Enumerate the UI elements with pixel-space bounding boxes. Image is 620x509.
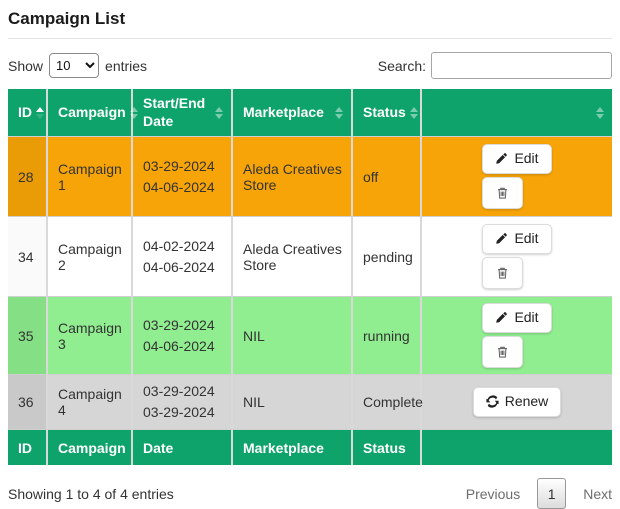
header-label: Marketplace	[243, 104, 331, 122]
cell-dates: 04-02-2024 04-06-2024	[133, 217, 233, 297]
cell-id: 35	[8, 297, 48, 375]
cell-dates: 03-29-2024 03-29-2024	[133, 375, 233, 430]
sort-arrows-icon	[335, 107, 343, 119]
cell-id: 28	[8, 137, 48, 217]
column-header-date[interactable]: Start/End Date	[133, 89, 233, 137]
show-label: Show	[8, 58, 43, 74]
edit-button-label: Edit	[514, 310, 538, 325]
footer-label-status: Status	[353, 430, 422, 465]
edit-button-label: Edit	[514, 151, 538, 166]
cell-actions: Renew	[422, 375, 612, 430]
cell-status: off	[353, 137, 422, 217]
column-header-actions[interactable]	[422, 89, 612, 137]
trash-icon	[496, 345, 509, 359]
cell-marketplace: Aleda Creatives Store	[233, 217, 353, 297]
pagination-previous[interactable]: Previous	[466, 486, 520, 502]
cell-actions: Edit	[422, 297, 612, 375]
header-label: Start/End Date	[143, 95, 211, 130]
cell-marketplace: NIL	[233, 297, 353, 375]
cell-campaign: Campaign 1	[48, 137, 133, 217]
table-row: 36 Campaign 4 03-29-2024 03-29-2024 NIL …	[8, 375, 612, 430]
cell-status: running	[353, 297, 422, 375]
footer-label-date: Date	[133, 430, 233, 465]
pagination: Previous 1 Next	[466, 478, 612, 509]
title-divider	[8, 38, 612, 39]
column-header-campaign[interactable]: Campaign	[48, 89, 133, 137]
cell-marketplace: NIL	[233, 375, 353, 430]
cell-marketplace: Aleda Creatives Store	[233, 137, 353, 217]
edit-button[interactable]: Edit	[482, 303, 551, 332]
start-date: 03-29-2024	[143, 381, 223, 402]
table-footer-bar: Showing 1 to 4 of 4 entries Previous 1 N…	[8, 478, 612, 509]
renew-button[interactable]: Renew	[473, 387, 562, 416]
table-footer-row: ID Campaign Date Marketplace Status	[8, 430, 612, 465]
table-controls: Show 10 entries Search:	[8, 52, 612, 79]
edit-button-label: Edit	[514, 231, 538, 246]
footer-label-marketplace: Marketplace	[233, 430, 353, 465]
header-label: Campaign	[58, 104, 126, 122]
cell-campaign: Campaign 3	[48, 297, 133, 375]
pencil-icon	[495, 232, 508, 245]
header-label: ID	[18, 104, 32, 122]
footer-label-actions	[422, 430, 612, 465]
page-length-control: Show 10 entries	[8, 53, 147, 78]
header-label: Status	[363, 104, 406, 122]
search-control: Search:	[378, 52, 612, 79]
end-date: 04-06-2024	[143, 336, 223, 357]
cell-id: 34	[8, 217, 48, 297]
pencil-icon	[495, 152, 508, 165]
cell-campaign: Campaign 4	[48, 375, 133, 430]
column-header-status[interactable]: Status	[353, 89, 422, 137]
start-date: 03-29-2024	[143, 156, 223, 177]
pencil-icon	[495, 311, 508, 324]
footer-label-campaign: Campaign	[48, 430, 133, 465]
sort-arrows-icon	[215, 107, 223, 119]
cell-status: Complete	[353, 375, 422, 430]
entries-summary: Showing 1 to 4 of 4 entries	[8, 486, 174, 502]
table-row: 34 Campaign 2 04-02-2024 04-06-2024 Aled…	[8, 217, 612, 297]
sort-arrows-icon	[36, 107, 44, 119]
cell-actions: Edit	[422, 217, 612, 297]
edit-button[interactable]: Edit	[482, 144, 551, 173]
pagination-next[interactable]: Next	[583, 486, 612, 502]
delete-button[interactable]	[482, 177, 523, 209]
cell-actions: Edit	[422, 137, 612, 217]
cell-id: 36	[8, 375, 48, 430]
cell-dates: 03-29-2024 04-06-2024	[133, 297, 233, 375]
cell-status: pending	[353, 217, 422, 297]
renew-button-label: Renew	[505, 394, 549, 409]
start-date: 04-02-2024	[143, 236, 223, 257]
search-input[interactable]	[431, 52, 612, 79]
pagination-page-1[interactable]: 1	[537, 478, 566, 509]
sort-arrows-icon	[410, 107, 418, 119]
column-header-id[interactable]: ID	[8, 89, 48, 137]
trash-icon	[496, 266, 509, 280]
end-date: 03-29-2024	[143, 402, 223, 423]
table-row: 35 Campaign 3 03-29-2024 04-06-2024 NIL …	[8, 297, 612, 375]
delete-button[interactable]	[482, 336, 523, 368]
cell-dates: 03-29-2024 04-06-2024	[133, 137, 233, 217]
page-length-select[interactable]: 10	[49, 53, 99, 78]
page-title: Campaign List	[8, 8, 612, 30]
campaign-table: ID Campaign Start/End Date Marketplace S…	[8, 89, 612, 465]
start-date: 03-29-2024	[143, 315, 223, 336]
edit-button[interactable]: Edit	[482, 224, 551, 253]
entries-label: entries	[105, 58, 147, 74]
search-label: Search:	[378, 58, 426, 74]
footer-label-id: ID	[8, 430, 48, 465]
end-date: 04-06-2024	[143, 257, 223, 278]
table-header-row: ID Campaign Start/End Date Marketplace S…	[8, 89, 612, 137]
column-header-marketplace[interactable]: Marketplace	[233, 89, 353, 137]
sort-arrows-icon	[130, 107, 138, 119]
refresh-icon	[486, 395, 499, 408]
cell-campaign: Campaign 2	[48, 217, 133, 297]
trash-icon	[496, 186, 509, 200]
table-row: 28 Campaign 1 03-29-2024 04-06-2024 Aled…	[8, 137, 612, 217]
end-date: 04-06-2024	[143, 177, 223, 198]
delete-button[interactable]	[482, 257, 523, 289]
sort-arrows-icon	[596, 107, 604, 119]
